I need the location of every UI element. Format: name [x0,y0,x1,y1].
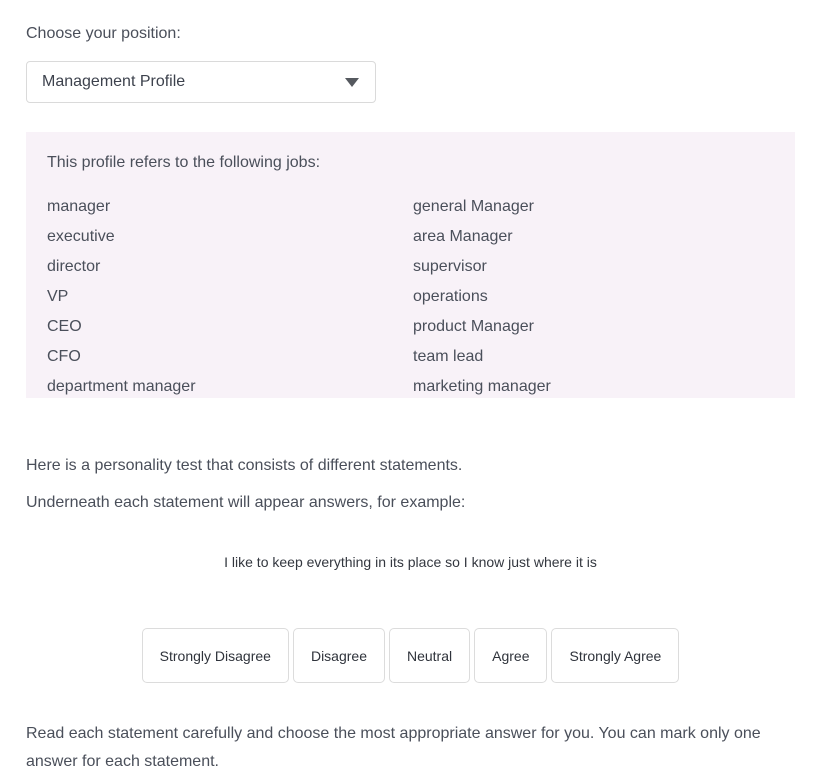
intro-paragraph-1: Here is a personality test that consists… [26,457,463,474]
answer-button-strongly-agree[interactable]: Strongly Agree [551,628,680,683]
jobs-columns: manager executive director VP CEO CFO departme… [47,192,795,402]
job-item: team lead [413,348,484,365]
intro-paragraph-2: Underneath each statement will appear an… [26,494,466,511]
job-item: supervisor [413,258,487,275]
answer-button-strongly-disagree[interactable]: Strongly Disagree [141,628,289,683]
job-item: general Manager [413,198,534,215]
jobs-panel-heading: This profile refers to the following job… [47,154,321,171]
job-item: director [47,258,101,275]
profile-jobs-panel: This profile refers to the following job… [26,132,795,398]
job-item: area Manager [413,228,513,245]
job-item: department manager [47,378,196,395]
job-item: VP [47,288,69,305]
job-item: CFO [47,348,81,365]
answer-options: Strongly Disagree Disagree Neutral Agree Str… [0,628,821,683]
job-item: marketing manager [413,378,551,395]
job-item: operations [413,288,488,305]
answer-button-neutral[interactable]: Neutral [388,628,471,683]
answer-button-disagree[interactable]: Disagree [292,628,385,683]
job-item: product Manager [413,318,534,335]
position-select[interactable]: Management Profile [26,61,376,103]
answer-button-agree[interactable]: Agree [474,628,548,683]
chevron-down-icon [345,77,359,87]
job-item: CEO [47,318,82,335]
position-select-value: Management Profile [42,73,186,90]
choose-position-label: Choose your position: [26,25,181,42]
job-item: executive [47,228,115,245]
jobs-right-column: general Manager area Manager supervisor ope… [413,192,773,402]
jobs-left-column: manager executive director VP CEO CFO departme… [47,192,413,402]
job-item: manager [47,198,111,215]
example-statement: I like to keep everything in its place s… [224,554,597,570]
instructions-paragraph: Read each statement carefully and choose… [26,725,761,770]
personality-test-intro-page: Choose your position: Management Profile… [0,0,821,784]
